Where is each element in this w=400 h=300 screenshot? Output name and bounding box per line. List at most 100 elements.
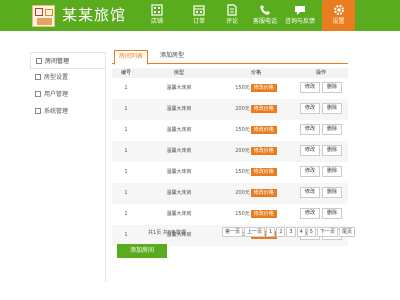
top-navbar: 某某旅馆 店铺 订单 评论 客服电话 咨询与反馈 设置 <box>0 0 400 31</box>
edit-price-button[interactable]: 修改价格 <box>250 188 277 197</box>
cell-id: 1 <box>124 127 128 133</box>
nav-feedback[interactable]: 咨询与反馈 <box>281 0 319 31</box>
cell-actions: 修改删除 <box>294 78 348 99</box>
table-row: 1 温馨大床房 150元 修改价格 修改 删除 <box>112 204 348 225</box>
nav-label: 店铺 <box>150 18 163 25</box>
edit-button[interactable]: 修改 <box>299 124 320 135</box>
edit-price-button[interactable]: 修改价格 <box>250 104 277 113</box>
table-row: 1温馨大床房200元修改价格修改删除 <box>112 99 348 120</box>
delete-button[interactable]: 删除 <box>322 208 343 219</box>
cell-type: 温馨大床房 <box>166 169 192 175</box>
table-row: 1温馨大床房200元修改价格修改删除 <box>112 183 348 204</box>
pager-last[interactable]: 尾页 <box>338 227 355 237</box>
edit-button[interactable]: 修改 <box>299 145 320 156</box>
header-type: 房型 <box>173 70 184 76</box>
cell-price: 150元 修改价格 <box>218 162 294 183</box>
delete-button[interactable]: 删除 <box>322 187 343 198</box>
user-icon <box>35 91 41 97</box>
cell-type: 温馨大床房 <box>166 106 192 112</box>
nav-label: 设置 <box>332 18 345 25</box>
delete-button[interactable]: 删除 <box>322 103 343 114</box>
delete-button[interactable]: 删除 <box>322 145 343 156</box>
price-value: 200元 <box>235 190 250 196</box>
edit-button[interactable]: 修改 <box>299 187 320 198</box>
list-icon <box>36 58 42 64</box>
price-value: 150元 <box>235 169 250 175</box>
edit-button[interactable]: 修改 <box>299 208 320 219</box>
table-row: 1 温馨大床房 150元 修改价格 修改 删除 <box>112 120 348 141</box>
delete-button[interactable]: 删除 <box>322 166 343 177</box>
sidebar-item-label: 系统管理 <box>44 108 69 115</box>
hotel-logo <box>32 5 55 27</box>
delete-button[interactable]: 删除 <box>322 124 343 135</box>
edit-price-button[interactable]: 修改价格 <box>250 83 277 92</box>
sidebar-item-label: 房间管理 <box>45 58 70 65</box>
edit-button[interactable]: 修改 <box>299 103 320 114</box>
edit-price-button[interactable]: 修改价格 <box>250 146 277 155</box>
pagination: 第一页 上一页 1 2 3 4 5 下一页 尾页 <box>222 227 356 237</box>
content-tabs: 房间列表 添加房型 <box>112 50 348 65</box>
pager-page[interactable]: 4 <box>296 227 306 237</box>
nav-label: 客服电话 <box>252 18 277 25</box>
nav-shop[interactable]: 店铺 <box>138 0 176 31</box>
pager-page[interactable]: 1 <box>266 227 276 237</box>
tab-room-list[interactable]: 房间列表 <box>114 50 149 65</box>
pager-page[interactable]: 3 <box>286 227 296 237</box>
edit-button[interactable]: 修改 <box>299 166 320 177</box>
cell-type: 温馨大床房 <box>166 127 192 133</box>
pager-page[interactable]: 5 <box>306 227 316 237</box>
cell-price: 150元 修改价格 <box>218 120 294 141</box>
pager-page[interactable]: 2 <box>276 227 286 237</box>
building-icon <box>151 4 163 16</box>
cell-actions: 修改删除 <box>294 99 348 120</box>
cell-actions: 修改删除 <box>294 204 348 225</box>
header-id: 编号 <box>120 70 131 76</box>
room-table: 编号 房型 价格 操作 1 温馨大床房 150元 修改价格 修改 删除 1 温馨大床房 200元… <box>112 68 348 246</box>
sidebar-item-label: 用户管理 <box>44 91 69 98</box>
sidebar-item-label: 房型设置 <box>44 74 69 81</box>
home-icon <box>35 74 41 80</box>
cell-type: 温馨大床房 <box>166 190 192 196</box>
cell-id: 1 <box>124 232 128 238</box>
chat-icon <box>295 6 305 15</box>
table-row: 1 温馨大床房 150元 修改价格 修改 删除 <box>112 78 348 99</box>
nav-settings[interactable]: 设置 <box>322 0 355 31</box>
nav-phone[interactable]: 客服电话 <box>246 0 284 31</box>
cell-price: 200元修改价格 <box>218 141 294 162</box>
table-header: 编号 房型 价格 操作 <box>112 68 348 78</box>
header-actions: 操作 <box>315 70 326 76</box>
price-value: 150元 <box>235 85 250 91</box>
edit-price-button[interactable]: 修改价格 <box>250 209 277 218</box>
cell-id: 1 <box>124 169 128 175</box>
table-row: 1 温馨大床房 150元 修改价格 修改 删除 <box>112 162 348 183</box>
sidebar-item-rooms[interactable]: 房间管理 <box>30 52 105 69</box>
sidebar-item-users[interactable]: 用户管理 <box>30 86 105 103</box>
price-value: 200元 <box>235 148 250 154</box>
header-price: 价格 <box>250 70 261 76</box>
edit-price-button[interactable]: 修改价格 <box>250 167 277 176</box>
cell-id: 1 <box>124 211 128 217</box>
cell-actions: 修改删除 <box>294 120 348 141</box>
sidebar-item-system[interactable]: 系统管理 <box>30 103 105 120</box>
cell-id: 1 <box>124 148 128 154</box>
add-room-button[interactable]: 添加房间 <box>117 244 167 258</box>
document-icon <box>227 4 237 16</box>
cell-id: 1 <box>124 85 128 91</box>
table-row: 1温馨大床房200元修改价格修改删除 <box>112 141 348 162</box>
cell-price: 200元修改价格 <box>218 99 294 120</box>
pager-prev[interactable]: 上一页 <box>244 227 266 237</box>
edit-price-button[interactable]: 修改价格 <box>250 125 277 134</box>
delete-button[interactable]: 删除 <box>322 82 343 93</box>
settings-icon <box>35 108 41 114</box>
phone-icon <box>260 5 270 15</box>
cell-price: 150元 修改价格 <box>218 78 294 99</box>
sidebar-item-room-types[interactable]: 房型设置 <box>30 69 105 86</box>
sidebar-divider <box>105 52 106 282</box>
calendar-icon <box>193 5 205 16</box>
tab-add-room-type[interactable]: 添加房型 <box>156 50 188 63</box>
cell-type: 温馨大床房 <box>166 85 192 91</box>
cell-actions: 修改删除 <box>294 162 348 183</box>
pager-first[interactable]: 第一页 <box>222 227 244 237</box>
edit-button[interactable]: 修改 <box>299 82 320 93</box>
pager-next[interactable]: 下一页 <box>316 227 338 237</box>
